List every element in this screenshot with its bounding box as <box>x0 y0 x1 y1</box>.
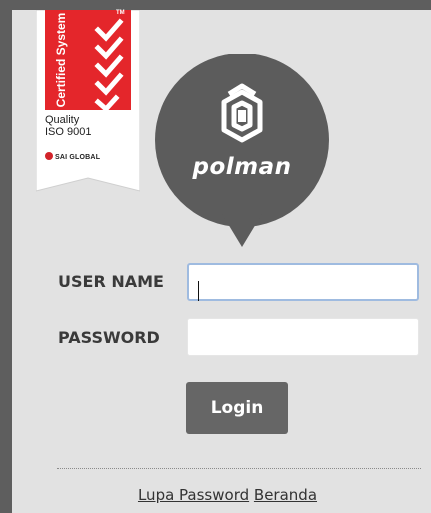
polman-logo: polman <box>152 53 332 258</box>
forgot-password-link[interactable]: Lupa Password <box>138 486 249 504</box>
trademark-text: TM <box>116 10 125 16</box>
home-link[interactable]: Beranda <box>254 486 317 504</box>
divider <box>57 468 421 469</box>
quality-text: Quality <box>45 114 80 126</box>
login-panel: Certified System TM Quality ISO 9001 SAI… <box>12 10 431 513</box>
username-input[interactable] <box>187 263 419 301</box>
sai-global-text: SAI GLOBAL <box>45 152 100 161</box>
sai-global-logo-icon <box>45 152 53 160</box>
footer-links: Lupa Password Beranda <box>12 486 431 504</box>
login-button[interactable]: Login <box>186 382 288 434</box>
certified-system-text: Certified System <box>54 12 68 108</box>
iso-9001-text: ISO 9001 <box>45 126 92 138</box>
password-label: PASSWORD <box>58 328 160 347</box>
text-caret <box>198 281 199 301</box>
iso-certification-badge: Certified System TM Quality ISO 9001 SAI… <box>36 10 140 201</box>
polman-brand-text: polman <box>192 154 292 180</box>
username-label: USER NAME <box>58 272 164 291</box>
quality-iso-text: Quality ISO 9001 <box>45 114 91 138</box>
password-input[interactable] <box>187 318 419 356</box>
